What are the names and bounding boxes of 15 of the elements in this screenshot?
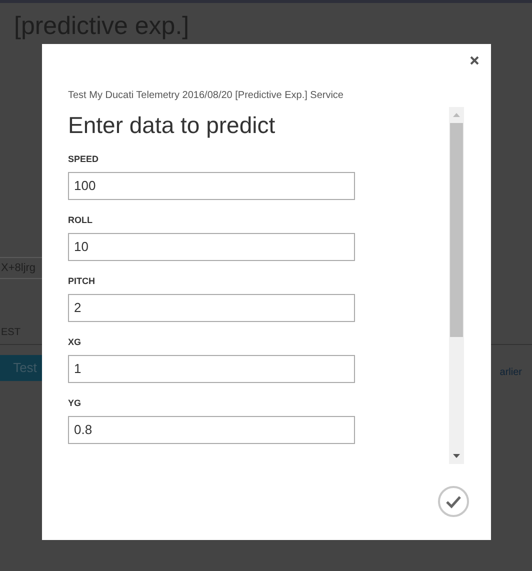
input-field[interactable]: 100 (68, 172, 355, 200)
checkmark-icon[interactable] (438, 486, 469, 517)
dialog-heading: Enter data to predict (68, 111, 276, 139)
field-label: SPEED (68, 153, 100, 165)
input-field[interactable]: 1 (68, 355, 355, 383)
field-label: XG (68, 336, 82, 348)
field-label: ROLL (68, 214, 94, 226)
input-field[interactable]: 0.8 (68, 416, 355, 444)
input-field[interactable]: 2 (68, 294, 355, 322)
close-icon[interactable] (470, 56, 479, 65)
scrollbar[interactable] (449, 107, 464, 464)
field-label: PITCH (68, 275, 96, 287)
input-field[interactable]: 10 (68, 233, 355, 261)
service-name: Test My Ducati Telemetry 2016/08/20 [Predictive Exp.] Service (68, 89, 344, 103)
field-label: YG (68, 397, 82, 409)
